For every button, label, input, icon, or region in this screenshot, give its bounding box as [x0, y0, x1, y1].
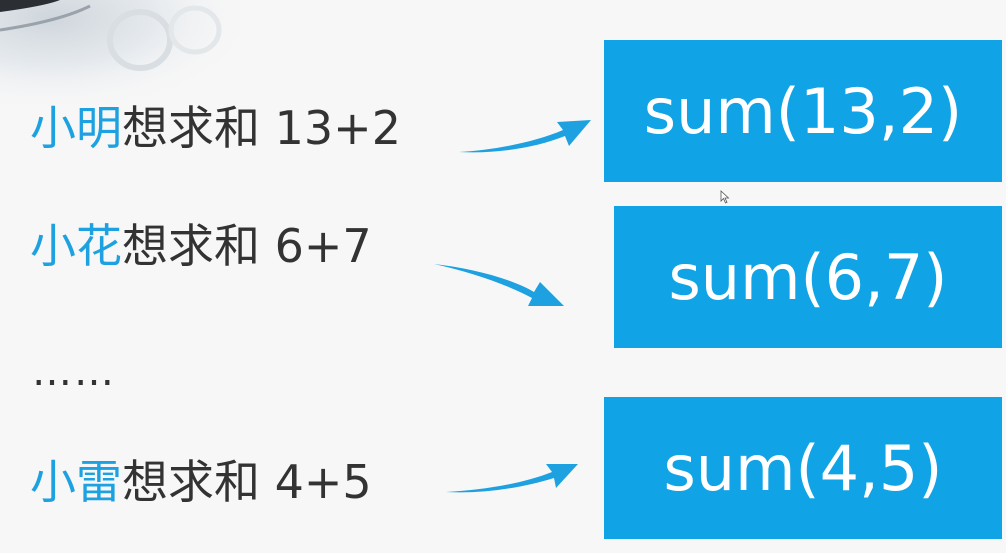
- sum-call-box-3: sum(4,5): [604, 397, 1002, 539]
- row-1-text: 小明想求和 13+2: [30, 100, 401, 156]
- swoosh-arrow-icon: [459, 120, 591, 153]
- row-3-name: 小雷: [30, 455, 122, 509]
- sum-call-1: sum(13,2): [643, 74, 963, 148]
- row-2-text: 小花想求和 6+7: [30, 218, 372, 274]
- row-3-desc: 想求和 4+5: [122, 455, 372, 509]
- row-1-name: 小明: [30, 101, 122, 155]
- row-2-name: 小花: [30, 219, 122, 273]
- swoosh-arrow-icon: [434, 264, 564, 306]
- row-1-desc: 想求和 13+2: [122, 101, 401, 155]
- sum-call-2: sum(6,7): [668, 240, 948, 314]
- row-2-desc: 想求和 6+7: [122, 219, 372, 273]
- row-3-text: 小雷想求和 4+5: [30, 454, 372, 510]
- ellipsis: ……: [32, 349, 116, 395]
- sum-call-3: sum(4,5): [663, 431, 943, 505]
- swoosh-arrow-icon: [446, 464, 578, 493]
- sum-call-box-2: sum(6,7): [614, 206, 1002, 348]
- sum-call-box-1: sum(13,2): [604, 40, 1002, 182]
- mouse-pointer-icon: [720, 190, 730, 204]
